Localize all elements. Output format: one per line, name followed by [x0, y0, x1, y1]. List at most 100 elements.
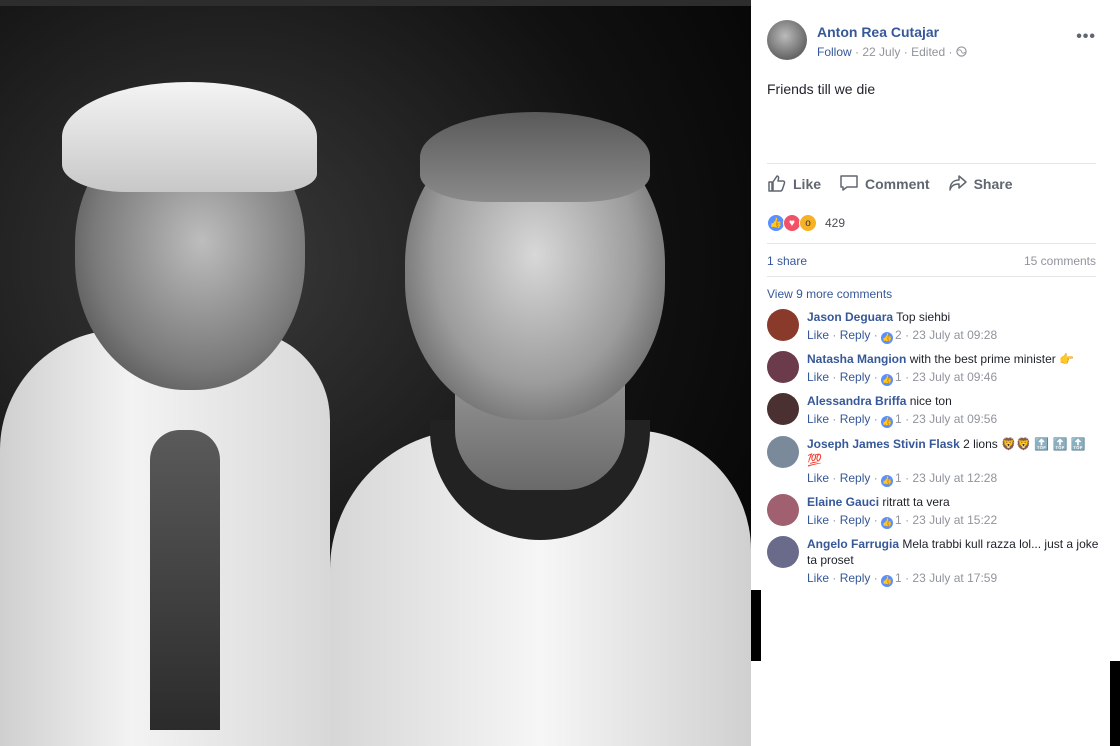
person-right-hair	[420, 112, 650, 202]
post-meta: Follow · 22 July · Edited ·	[817, 45, 967, 59]
blank-area	[751, 661, 1110, 746]
comment-item: Angelo Farrugia Mela trabbi kull razza l…	[767, 536, 1104, 588]
comment-time[interactable]: 23 July at 09:56	[912, 412, 997, 426]
commenter-avatar[interactable]	[767, 536, 799, 568]
commenter-avatar[interactable]	[767, 436, 799, 468]
globe-icon	[956, 45, 967, 59]
person-left-cap	[62, 82, 317, 192]
comment-reply-link[interactable]: Reply	[840, 328, 871, 342]
reaction-count: 429	[825, 216, 846, 230]
share-label: Share	[973, 176, 1013, 192]
like-count-icon: 👍	[881, 416, 894, 428]
comment-text: nice ton	[909, 394, 952, 408]
like-count-icon: 👍	[881, 374, 894, 386]
post-date[interactable]: 22 July	[862, 45, 900, 59]
commenter-name[interactable]: Jason Deguara	[807, 310, 893, 324]
blank-area	[761, 590, 1120, 661]
commenter-avatar[interactable]	[767, 393, 799, 425]
commenter-name[interactable]: Alessandra Briffa	[807, 394, 906, 408]
comment-like-link[interactable]: Like	[807, 328, 829, 342]
comment-like-link[interactable]: Like	[807, 412, 829, 426]
comment-body: Natasha Mangion with the best prime mini…	[807, 351, 1104, 386]
comment-like-count[interactable]: 1	[895, 370, 902, 384]
comment-button[interactable]: Comment	[839, 173, 930, 196]
comment-text: with the best prime minister 👉	[909, 352, 1075, 366]
commenter-name[interactable]: Joseph James Stivin Flask	[807, 437, 960, 451]
divider	[767, 243, 1096, 244]
comment-text: ritratt ta vera	[882, 495, 950, 509]
view-more-comments-link[interactable]: View 9 more comments	[767, 287, 892, 301]
commenter-avatar[interactable]	[767, 494, 799, 526]
post-text: Friends till we die	[767, 81, 876, 97]
reactions-summary[interactable]: 👍 ♥ o 429	[767, 214, 845, 232]
commenter-avatar[interactable]	[767, 309, 799, 341]
comment-time[interactable]: 23 July at 15:22	[912, 513, 997, 527]
shares-count[interactable]: 1 share	[767, 254, 807, 268]
share-arrow-icon	[948, 173, 968, 196]
comment-like-count[interactable]: 2	[895, 328, 902, 342]
comment-body: Alessandra Briffa nice ton Like · Reply …	[807, 393, 1104, 428]
like-label: Like	[793, 176, 822, 192]
commenter-avatar[interactable]	[767, 351, 799, 383]
comment-item: Natasha Mangion with the best prime mini…	[767, 351, 1104, 391]
commenter-name[interactable]: Angelo Farrugia	[807, 537, 899, 551]
comment-reply-link[interactable]: Reply	[840, 471, 871, 485]
comment-like-count[interactable]: 1	[895, 412, 902, 426]
share-button[interactable]: Share	[948, 173, 1013, 196]
comment-time[interactable]: 23 July at 09:28	[912, 328, 997, 342]
comment-meta: Like · Reply · 👍 1 · 23 July at 09:56	[807, 412, 998, 428]
meta-separator: ·	[855, 45, 860, 59]
photo-top-strip	[0, 0, 751, 6]
meta-separator: ·	[948, 45, 953, 59]
comment-like-count[interactable]: 1	[895, 571, 902, 585]
comments-count[interactable]: 15 comments	[1024, 254, 1096, 268]
divider	[767, 276, 1096, 277]
comment-like-link[interactable]: Like	[807, 370, 829, 384]
meta-separator: ·	[903, 45, 908, 59]
author-avatar[interactable]	[767, 20, 807, 60]
like-button[interactable]: Like	[767, 173, 821, 196]
comment-time[interactable]: 23 July at 17:59	[912, 571, 997, 585]
comment-meta: Like · Reply · 👍 2 · 23 July at 09:28	[807, 328, 998, 344]
comment-label: Comment	[865, 176, 930, 192]
comment-like-count[interactable]: 1	[895, 471, 902, 485]
follow-link[interactable]: Follow	[817, 45, 852, 59]
wow-reaction-icon: o	[799, 214, 817, 232]
comment-meta: Like · Reply · 👍 1 · 23 July at 09:46	[807, 370, 998, 386]
comment-icon	[839, 173, 859, 196]
comment-like-count[interactable]: 1	[895, 513, 902, 527]
post-actions: Like Comment Share	[767, 170, 1013, 198]
comment-reply-link[interactable]: Reply	[840, 370, 871, 384]
comment-meta: Like · Reply · 👍 1 · 23 July at 15:22	[807, 513, 998, 529]
edited-label[interactable]: Edited	[911, 45, 945, 59]
comment-body: Elaine Gauci ritratt ta vera Like · Repl…	[807, 494, 1104, 529]
comment-like-link[interactable]: Like	[807, 513, 829, 527]
author-name[interactable]: Anton Rea Cutajar	[817, 24, 939, 40]
comment-like-link[interactable]: Like	[807, 471, 829, 485]
like-count-icon: 👍	[881, 332, 894, 344]
comment-like-link[interactable]: Like	[807, 571, 829, 585]
comment-reply-link[interactable]: Reply	[840, 412, 871, 426]
commenter-name[interactable]: Elaine Gauci	[807, 495, 879, 509]
comment-item: Joseph James Stivin Flask 2 lions 🦁🦁 🔝 🔝…	[767, 436, 1104, 492]
person-left-chest	[150, 430, 220, 730]
comment-text: Top siehbi	[896, 310, 951, 324]
comment-meta: Like · Reply · 👍 1 · 23 July at 17:59	[807, 571, 998, 587]
comment-body: Joseph James Stivin Flask 2 lions 🦁🦁 🔝 🔝…	[807, 436, 1104, 487]
comment-body: Jason Deguara Top siehbi Like · Reply · …	[807, 309, 1104, 344]
like-count-icon: 👍	[881, 475, 894, 487]
like-count-icon: 👍	[881, 575, 894, 587]
comment-time[interactable]: 23 July at 12:28	[912, 471, 997, 485]
comment-meta: Like · Reply · 👍 1 · 23 July at 12:28	[807, 471, 998, 487]
post-header: Anton Rea Cutajar Follow · 22 July · Edi…	[767, 20, 1104, 64]
comment-time[interactable]: 23 July at 09:46	[912, 370, 997, 384]
post-side-panel: Anton Rea Cutajar Follow · 22 July · Edi…	[751, 0, 1120, 590]
more-options-icon[interactable]: •••	[1076, 28, 1096, 46]
post-photo[interactable]	[0, 0, 751, 746]
comment-reply-link[interactable]: Reply	[840, 571, 871, 585]
divider	[767, 163, 1096, 164]
commenter-name[interactable]: Natasha Mangion	[807, 352, 906, 366]
thumbs-up-icon	[767, 173, 787, 196]
like-count-icon: 👍	[881, 517, 894, 529]
comment-reply-link[interactable]: Reply	[840, 513, 871, 527]
